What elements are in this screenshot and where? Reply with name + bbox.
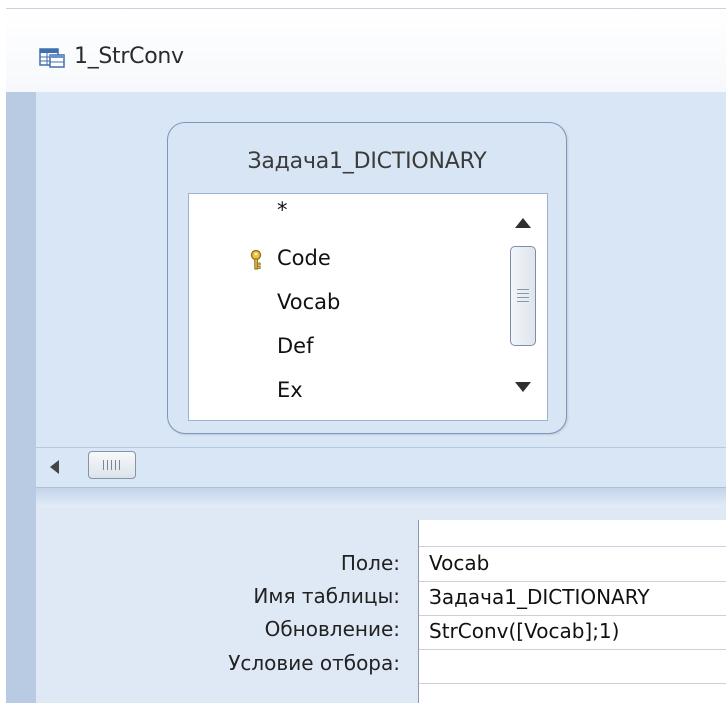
grid-cell-criteria[interactable]: [419, 649, 726, 684]
pane-splitter[interactable]: [36, 487, 726, 508]
grid-cell-update-value: StrConv([Vocab];1): [429, 619, 620, 643]
grip-line: [517, 297, 529, 298]
grid-row-label-field: Поле:: [340, 551, 400, 575]
grip-line: [517, 301, 529, 302]
grid-cell-table[interactable]: Задача1_DICTIONARY: [419, 581, 726, 616]
scroll-left-arrow-icon[interactable]: [50, 460, 59, 474]
scroll-up-arrow-icon[interactable]: [513, 214, 533, 232]
field-item-ex[interactable]: Ex: [277, 378, 303, 402]
field-list-scrollbar[interactable]: [501, 196, 545, 418]
grid-cell-field[interactable]: Vocab: [419, 547, 726, 582]
grip-line: [119, 460, 120, 470]
scroll-down-arrow-icon[interactable]: [513, 378, 533, 396]
grip-line: [517, 293, 529, 294]
grid-column-1: Vocab Задача1_DICTIONARY StrConv([Vocab]…: [418, 520, 726, 703]
field-item-def[interactable]: Def: [277, 334, 313, 358]
grid-row-label-table: Имя таблицы:: [253, 584, 400, 608]
grip-line: [111, 460, 112, 470]
field-item-vocab[interactable]: Vocab: [277, 290, 340, 314]
design-horizontal-scrollbar[interactable]: [36, 447, 726, 488]
query-icon: [39, 48, 65, 68]
grid-row-label-criteria: Условие отбора:: [228, 651, 400, 675]
grid-cell-table-value: Задача1_DICTIONARY: [429, 585, 650, 609]
field-list-title[interactable]: Задача1_DICTIONARY: [168, 149, 566, 174]
field-item-all[interactable]: *: [277, 198, 288, 222]
grip-line: [115, 460, 116, 470]
grid-cell-field-value: Vocab: [429, 551, 490, 575]
grip-line: [103, 460, 104, 470]
navigation-strip: [6, 92, 36, 703]
grip-line: [517, 289, 529, 290]
grid-header-cell[interactable]: [419, 520, 726, 547]
query-title: 1_StrConv: [74, 44, 184, 69]
field-list-body: * Code Vocab Def Ex: [188, 193, 548, 421]
horizontal-scroll-thumb[interactable]: [88, 451, 136, 479]
field-list-window[interactable]: Задача1_DICTIONARY * Code Vocab Def Ex: [167, 122, 567, 434]
primary-key-icon: [250, 249, 262, 270]
grip-line: [107, 460, 108, 470]
grid-row-label-update: Обновление:: [264, 617, 400, 641]
grid-cell-update[interactable]: StrConv([Vocab];1): [419, 615, 726, 650]
scroll-thumb[interactable]: [510, 246, 536, 346]
field-item-code[interactable]: Code: [277, 246, 331, 270]
